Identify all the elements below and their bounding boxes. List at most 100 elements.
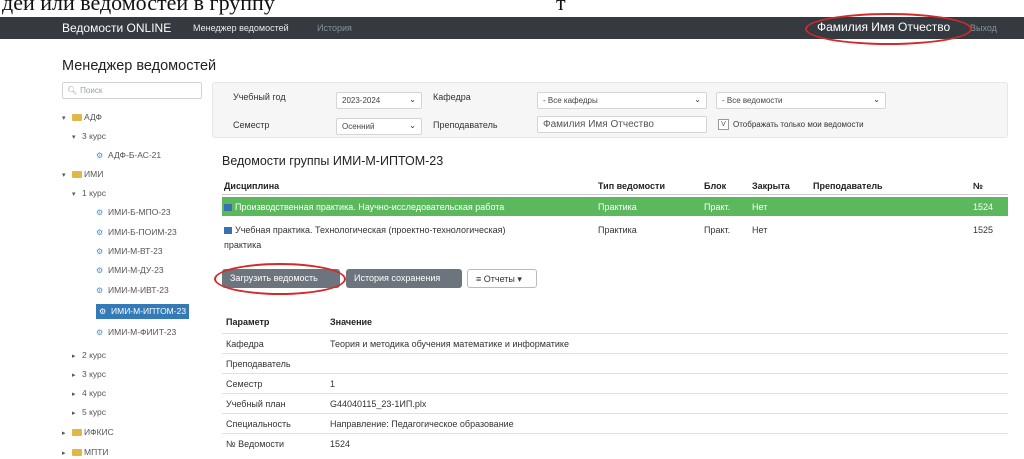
caret-down-icon[interactable]: ▾ (72, 132, 82, 143)
brand-link[interactable]: Ведомости ONLINE (62, 21, 171, 35)
only-mine-label: Отображать только мои ведомости (733, 120, 864, 129)
logout-link[interactable]: Выход (970, 23, 997, 33)
tree-folder-item[interactable]: ▾ АДФ (62, 112, 102, 124)
search-icon: 🔍︎ (67, 86, 78, 95)
grid-icon (224, 204, 232, 211)
folder-icon (72, 449, 82, 456)
col-discipline[interactable]: Дисциплина (224, 181, 279, 191)
page-title: Менеджер ведомостей (62, 58, 217, 74)
tree-group-item[interactable]: ⚙ ИМИ-М-ИПТОМ-23 (96, 304, 190, 319)
row-number: 1525 (973, 225, 994, 235)
semester-select-value: Осенний (342, 122, 375, 131)
semester-label: Семестр (233, 120, 270, 130)
tree-group-item[interactable]: ⚙ ИМИ-М-ФИИТ-23 (96, 327, 176, 338)
param-value: 1524 (330, 439, 351, 449)
tree-group-item[interactable]: ⚙ ИМИ-Б-ПОИМ-23 (96, 227, 177, 238)
list-icon: ≡ (476, 274, 482, 284)
caret-down-icon[interactable]: ▾ (62, 170, 72, 181)
param-value: Теория и методика обучения математике и … (330, 339, 569, 349)
caret-right-icon[interactable]: ▸ (72, 351, 82, 362)
caret-right-icon[interactable]: ▸ (72, 389, 82, 400)
param-value: G44040115_23-1ИП.plx (330, 399, 427, 409)
tree-course-item[interactable]: ▸ 3 курс (72, 369, 106, 381)
caret-right-icon[interactable]: ▸ (72, 370, 82, 381)
users-icon: ⚙ (99, 307, 107, 316)
tree-group-item[interactable]: ⚙ ИМИ-Б-МПО-23 (96, 207, 171, 218)
search-input[interactable]: 🔍︎ Поиск (62, 82, 202, 99)
semester-select[interactable]: Осенний ⌄ (336, 118, 422, 135)
col-closed[interactable]: Закрыта (752, 181, 790, 191)
tree-course-item[interactable]: ▾ 1 курс (72, 188, 106, 200)
users-icon: ⚙ (96, 286, 104, 295)
param-key: Семестр (226, 379, 263, 389)
col-block[interactable]: Блок (704, 181, 726, 191)
param-value: Направление: Педагогическое образование (330, 419, 514, 429)
param-row: № Ведомости 1524 (222, 433, 1008, 453)
chevron-down-icon: ⌄ (409, 95, 416, 104)
tree-item-label: ИФКИС (84, 427, 114, 437)
col-type[interactable]: Тип ведомости (598, 181, 665, 191)
statements-select-value: - Все ведомости (722, 96, 783, 105)
tree-group-item[interactable]: ⚙ АДФ-Б-АС-21 (96, 150, 161, 161)
chevron-down-icon: ⌄ (694, 95, 701, 104)
row-closed: Нет (752, 202, 768, 212)
only-mine-checkbox[interactable]: V (718, 119, 729, 130)
col-number[interactable]: № (973, 181, 983, 191)
teacher-label: Преподаватель (433, 120, 498, 130)
row-discipline: Производственная практика. Научно-исслед… (224, 202, 504, 212)
tree-item-label: АДФ (84, 112, 102, 122)
caret-right-icon[interactable]: ▸ (72, 408, 82, 419)
tree-course-item[interactable]: ▸ 4 курс (72, 388, 106, 400)
department-select[interactable]: - Все кафедры ⌄ (537, 92, 707, 109)
chevron-down-icon: ⌄ (873, 95, 880, 104)
year-select[interactable]: 2023-2024 ⌄ (336, 92, 422, 109)
tree-item-label: ИМИ-М-ДУ-23 (108, 265, 164, 275)
teacher-field[interactable]: Фамилия Имя Отчество (537, 116, 707, 133)
row-type: Практика (598, 202, 637, 212)
tree-item-label: 2 курс (82, 350, 107, 360)
users-icon: ⚙ (96, 208, 104, 217)
nav-manager-link[interactable]: Менеджер ведомостей (193, 23, 289, 33)
param-row: Семестр 1 (222, 373, 1008, 393)
col-teacher[interactable]: Преподаватель (813, 181, 883, 191)
users-icon: ⚙ (96, 328, 104, 337)
tree-group-item[interactable]: ⚙ ИМИ-М-ИВТ-23 (96, 285, 169, 296)
tree-item-label: ИМИ (84, 169, 104, 179)
save-history-button[interactable]: История сохранения (346, 269, 462, 288)
tree-folder-item[interactable]: ▸ ИФКИС (62, 427, 114, 439)
user-name[interactable]: Фамилия Имя Отчество (817, 20, 950, 34)
users-icon: ⚙ (96, 151, 104, 160)
tree-folder-item[interactable]: ▾ ИМИ (62, 169, 103, 181)
document-text-tail: т (556, 0, 566, 15)
tree-item-label: 5 курс (82, 407, 107, 417)
year-label: Учебный год (233, 92, 286, 102)
tree-item-label: ИМИ-М-ФИИТ-23 (108, 327, 177, 337)
row-closed: Нет (752, 225, 768, 235)
search-placeholder: Поиск (80, 86, 103, 95)
tree-item-label: ИМИ-М-ВТ-23 (108, 246, 163, 256)
caret-down-icon[interactable]: ▾ (72, 189, 82, 200)
reports-dropdown-button[interactable]: ≡ Отчеты ▾ (467, 269, 537, 288)
statements-select[interactable]: - Все ведомости ⌄ (716, 92, 886, 109)
param-key: Преподаватель (226, 359, 291, 369)
caret-right-icon[interactable]: ▸ (62, 428, 72, 439)
tree-group-item[interactable]: ⚙ ИМИ-М-ДУ-23 (96, 265, 164, 276)
tree-folder-item[interactable]: ▸ МПТИ (62, 447, 109, 459)
folder-icon (72, 171, 82, 178)
tree-group-item[interactable]: ⚙ ИМИ-М-ВТ-23 (96, 246, 163, 257)
table-row[interactable]: Производственная практика. Научно-исслед… (222, 197, 1008, 216)
row-number: 1524 (973, 202, 994, 212)
nav-history-link[interactable]: История (317, 23, 352, 33)
department-label: Кафедра (433, 92, 471, 102)
caret-down-icon[interactable]: ▾ (62, 113, 72, 124)
department-select-value: - Все кафедры (543, 96, 598, 105)
param-key: Учебный план (226, 399, 286, 409)
tree-item-label: ИМИ-М-ИПТОМ-23 (111, 306, 187, 316)
tree-course-item[interactable]: ▸ 2 курс (72, 350, 106, 362)
tree-course-item[interactable]: ▸ 5 курс (72, 407, 106, 419)
row-discipline-text: Учебная практика. Технологическая (проек… (235, 225, 506, 235)
param-key: № Ведомости (226, 439, 285, 449)
users-icon: ⚙ (96, 266, 104, 275)
tree-course-item[interactable]: ▾ 3 курс (72, 131, 106, 143)
load-statement-button[interactable]: Загрузить ведомость (222, 269, 340, 288)
